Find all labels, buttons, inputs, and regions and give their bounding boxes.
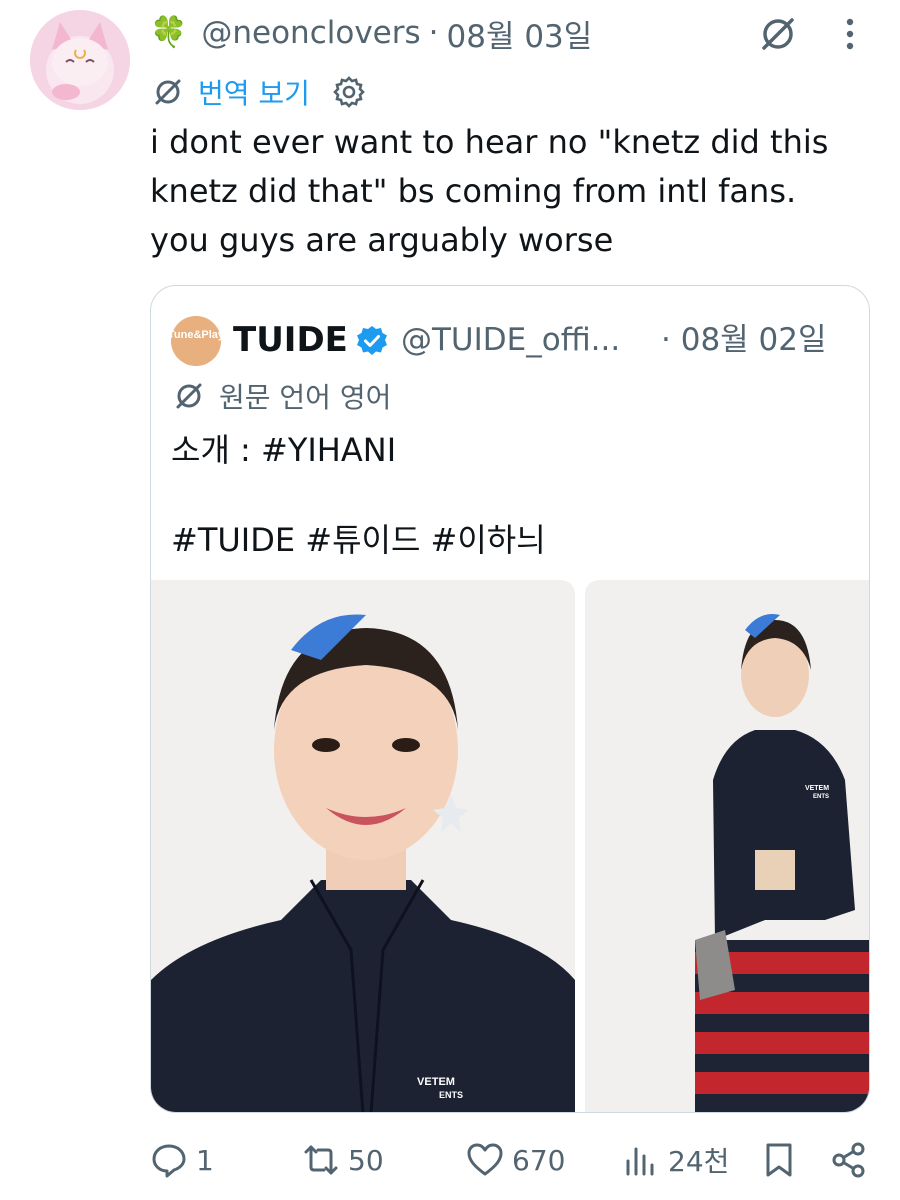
grok-icon[interactable] <box>758 14 798 54</box>
quoted-date[interactable]: · 08월 02일 <box>661 318 827 362</box>
more-options-icon[interactable] <box>844 16 856 52</box>
tweet: 🍀 @neonclovers · 08월 03일 번역 보기 i dont ev… <box>0 0 900 1200</box>
quoted-text-line: 소개 : #YIHANI <box>171 431 397 469</box>
quoted-photo-2[interactable]: VETEM ENTS <box>585 580 869 1112</box>
retweet-count: 50 <box>348 1143 384 1177</box>
quoted-date-text: 08월 02일 <box>680 322 827 358</box>
views-button[interactable]: 24천 <box>622 1136 729 1184</box>
jacket-print-text: VETEM <box>417 1076 455 1088</box>
tweet-body-line: i dont ever want to hear no "knetz did t… <box>150 123 829 161</box>
quoted-language-row: 원문 언어 영어 <box>173 376 391 416</box>
views-chart-icon <box>626 1147 654 1176</box>
share-icon <box>832 1142 865 1178</box>
retweet-icon <box>304 1145 338 1175</box>
like-count: 670 <box>512 1143 566 1177</box>
header-separator: · <box>428 15 439 51</box>
verified-badge-icon <box>357 326 387 355</box>
translate-row: 번역 보기 <box>152 70 366 114</box>
reply-count: 1 <box>196 1143 214 1177</box>
like-button[interactable]: 670 <box>466 1136 565 1184</box>
settings-gear-icon[interactable] <box>332 75 366 109</box>
action-bar: 1 50 670 24천 <box>150 1136 880 1184</box>
grok-translate-icon <box>155 79 181 105</box>
share-button[interactable] <box>830 1136 868 1184</box>
quoted-author-name[interactable]: TUIDE <box>233 318 348 362</box>
jacket-print-text-2: ENTS <box>439 1090 463 1100</box>
translate-link[interactable]: 번역 보기 <box>198 72 310 112</box>
views-count: 24천 <box>668 1145 730 1178</box>
heart-icon <box>467 1143 503 1176</box>
quoted-photo-1[interactable]: VETEM ENTS <box>151 580 575 1112</box>
retweet-button[interactable]: 50 <box>302 1136 384 1184</box>
reply-icon <box>152 1144 186 1178</box>
clover-emoji: 🍀 <box>150 15 188 50</box>
bookmark-button[interactable] <box>760 1136 798 1184</box>
quoted-hashtags-line[interactable]: #TUIDE #튜이드 #이하늬 <box>171 518 546 562</box>
tweet-header: 🍀 @neonclovers · 08월 03일 <box>150 10 870 56</box>
tweet-date[interactable]: 08월 03일 <box>447 11 593 56</box>
quoted-tweet-card[interactable]: Tune&Play TUIDE @TUIDE_offi... · 08월 02일… <box>150 285 870 1113</box>
author-avatar[interactable] <box>30 10 130 110</box>
tweet-body-line: knetz did that" bs coming from intl fans… <box>150 172 797 210</box>
tweet-body: i dont ever want to hear no "knetz did t… <box>150 118 880 265</box>
quoted-avatar-logo-text: Tune&Play <box>171 329 221 341</box>
quoted-author-handle[interactable]: @TUIDE_offi... <box>401 318 620 362</box>
quoted-avatar[interactable]: Tune&Play <box>171 316 221 366</box>
original-language-label: 원문 언어 영어 <box>219 381 392 414</box>
quoted-separator: · <box>661 322 671 358</box>
author-handle[interactable]: @neonclovers <box>201 15 420 51</box>
bookmark-icon <box>766 1143 792 1177</box>
tweet-body-line: you guys are arguably worse <box>150 221 614 259</box>
jacket-print-text: VETEM <box>805 785 829 792</box>
jacket-print-text-2: ENTS <box>813 794 829 800</box>
reply-button[interactable]: 1 <box>150 1136 214 1184</box>
grok-language-icon <box>176 383 202 409</box>
